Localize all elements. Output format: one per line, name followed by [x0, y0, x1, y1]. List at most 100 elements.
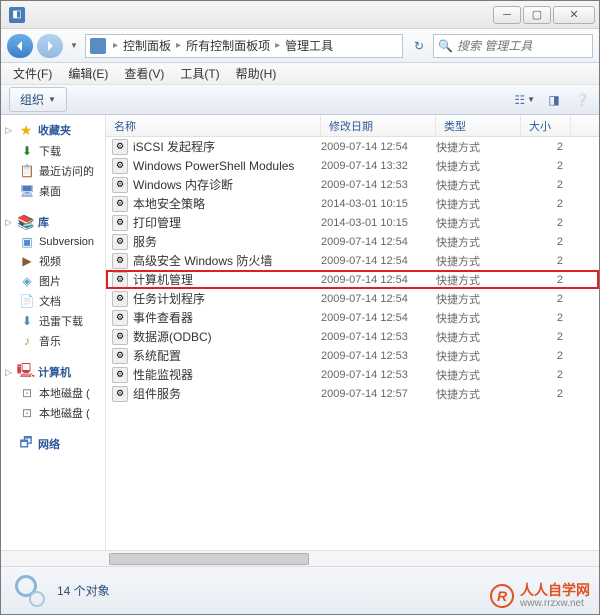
sidebar-item[interactable]: ▣ Subversion	[1, 233, 105, 251]
file-type: 快捷方式	[436, 291, 521, 307]
file-row[interactable]: ⚙ 事件查看器 2009-07-14 12:54 快捷方式 2	[106, 308, 599, 327]
bc-all-items[interactable]: 所有控制面板项	[184, 37, 272, 54]
close-button[interactable]: ✕	[553, 6, 595, 24]
file-date: 2014-03-01 10:15	[321, 198, 436, 210]
file-type: 快捷方式	[436, 329, 521, 345]
sidebar-item[interactable]: 🖥 桌面	[1, 181, 105, 201]
file-row[interactable]: ⚙ 服务 2009-07-14 12:54 快捷方式 2	[106, 232, 599, 251]
col-type[interactable]: 类型	[436, 115, 521, 136]
file-row[interactable]: ⚙ 组件服务 2009-07-14 12:57 快捷方式 2	[106, 384, 599, 403]
file-name: 任务计划程序	[133, 290, 205, 307]
maximize-button[interactable]: ▢	[523, 6, 551, 24]
bc-control-panel[interactable]: 控制面板	[121, 37, 173, 54]
menu-view[interactable]: 查看(V)	[116, 63, 172, 84]
file-date: 2009-07-14 12:54	[321, 236, 436, 248]
file-type: 快捷方式	[436, 215, 521, 231]
file-row[interactable]: ⚙ 本地安全策略 2014-03-01 10:15 快捷方式 2	[106, 194, 599, 213]
sidebar-group-1[interactable]: ▷ 📚 库	[1, 211, 105, 233]
item-icon: ⬇	[19, 314, 35, 328]
file-type: 快捷方式	[436, 272, 521, 288]
file-name: 打印管理	[133, 214, 181, 231]
file-row[interactable]: ⚙ 系统配置 2009-07-14 12:53 快捷方式 2	[106, 346, 599, 365]
item-icon: 📄	[19, 294, 35, 308]
sidebar-item[interactable]: ♪ 音乐	[1, 331, 105, 351]
shortcut-icon: ⚙	[112, 329, 128, 345]
sidebar-item[interactable]: ⊡ 本地磁盘 (	[1, 383, 105, 403]
col-size[interactable]: 大小	[521, 115, 571, 136]
shortcut-icon: ⚙	[112, 253, 128, 269]
toolbar: 组织 ▼ ☷ ▼ ◨ ❔	[1, 85, 599, 115]
history-dropdown[interactable]: ▼	[67, 34, 81, 58]
file-date: 2009-07-14 13:32	[321, 160, 436, 172]
sidebar-item[interactable]: ⬇ 下载	[1, 141, 105, 161]
file-type: 快捷方式	[436, 177, 521, 193]
file-row[interactable]: ⚙ 高级安全 Windows 防火墙 2009-07-14 12:54 快捷方式…	[106, 251, 599, 270]
shortcut-icon: ⚙	[112, 234, 128, 250]
file-date: 2009-07-14 12:53	[321, 369, 436, 381]
file-row[interactable]: ⚙ 计算机管理 2009-07-14 12:54 快捷方式 2	[106, 270, 599, 289]
sidebar-group-3[interactable]: 🗗 网络	[1, 433, 105, 455]
item-label: 本地磁盘 (	[39, 385, 90, 401]
content: ▷ ★ 收藏夹 ⬇ 下载 📋 最近访问的 🖥 桌面 ▷ 📚 库 ▣ Subver…	[1, 115, 599, 550]
col-name[interactable]: 名称	[106, 115, 321, 136]
menu-tools[interactable]: 工具(T)	[172, 63, 227, 84]
file-row[interactable]: ⚙ Windows 内存诊断 2009-07-14 12:53 快捷方式 2	[106, 175, 599, 194]
status-text: 14 个对象	[57, 582, 110, 599]
menu-file[interactable]: 文件(F)	[5, 63, 60, 84]
group-icon: ★	[18, 122, 34, 138]
file-name: 本地安全策略	[133, 195, 205, 212]
file-type: 快捷方式	[436, 234, 521, 250]
sidebar-item[interactable]: ⊡ 本地磁盘 (	[1, 403, 105, 423]
chevron-icon: ▸	[272, 40, 283, 51]
file-name: 系统配置	[133, 347, 181, 364]
horizontal-scrollbar[interactable]	[1, 550, 599, 566]
sidebar-item[interactable]: 📋 最近访问的	[1, 161, 105, 181]
item-icon: ▣	[19, 235, 35, 249]
file-row[interactable]: ⚙ Windows PowerShell Modules 2009-07-14 …	[106, 156, 599, 175]
organize-button[interactable]: 组织 ▼	[9, 87, 67, 112]
sidebar-item[interactable]: 📄 文档	[1, 291, 105, 311]
shortcut-icon: ⚙	[112, 367, 128, 383]
folder-icon	[90, 38, 106, 54]
group-label: 库	[38, 214, 49, 230]
bc-admin-tools[interactable]: 管理工具	[283, 37, 335, 54]
sidebar-group-0[interactable]: ▷ ★ 收藏夹	[1, 119, 105, 141]
file-type: 快捷方式	[436, 253, 521, 269]
menu-help[interactable]: 帮助(H)	[228, 63, 285, 84]
file-size: 2	[521, 179, 571, 191]
minimize-button[interactable]: ─	[493, 6, 521, 24]
file-row[interactable]: ⚙ iSCSI 发起程序 2009-07-14 12:54 快捷方式 2	[106, 137, 599, 156]
file-row[interactable]: ⚙ 任务计划程序 2009-07-14 12:54 快捷方式 2	[106, 289, 599, 308]
file-name: Windows PowerShell Modules	[133, 159, 294, 173]
file-row[interactable]: ⚙ 性能监视器 2009-07-14 12:53 快捷方式 2	[106, 365, 599, 384]
preview-pane-button[interactable]: ◨	[545, 91, 563, 109]
item-label: 迅雷下载	[39, 313, 83, 329]
file-name: Windows 内存诊断	[133, 176, 233, 193]
file-row[interactable]: ⚙ 打印管理 2014-03-01 10:15 快捷方式 2	[106, 213, 599, 232]
sidebar-group-2[interactable]: ▷ 🖳 计算机	[1, 361, 105, 383]
view-button[interactable]: ☷ ▼	[514, 93, 535, 107]
watermark-logo-icon: R	[490, 584, 514, 608]
search-bar[interactable]: 🔍	[433, 34, 593, 58]
refresh-button[interactable]: ↻	[409, 36, 429, 56]
breadcrumb[interactable]: ▸ 控制面板 ▸ 所有控制面板项 ▸ 管理工具	[85, 34, 403, 58]
file-name: 数据源(ODBC)	[133, 328, 212, 345]
help-button[interactable]: ❔	[573, 91, 591, 109]
sidebar-item[interactable]: ◈ 图片	[1, 271, 105, 291]
file-type: 快捷方式	[436, 196, 521, 212]
forward-button[interactable]	[37, 34, 63, 58]
shortcut-icon: ⚙	[112, 215, 128, 231]
menu-edit[interactable]: 编辑(E)	[60, 63, 116, 84]
item-label: 音乐	[39, 333, 61, 349]
col-date[interactable]: 修改日期	[321, 115, 436, 136]
file-row[interactable]: ⚙ 数据源(ODBC) 2009-07-14 12:53 快捷方式 2	[106, 327, 599, 346]
sidebar-item[interactable]: ▶ 视频	[1, 251, 105, 271]
toolbar-right: ☷ ▼ ◨ ❔	[514, 91, 591, 109]
sidebar-item[interactable]: ⬇ 迅雷下载	[1, 311, 105, 331]
scroll-thumb[interactable]	[109, 553, 309, 565]
back-button[interactable]	[7, 34, 33, 58]
file-name: iSCSI 发起程序	[133, 138, 215, 155]
search-input[interactable]	[457, 39, 600, 53]
sidebar: ▷ ★ 收藏夹 ⬇ 下载 📋 最近访问的 🖥 桌面 ▷ 📚 库 ▣ Subver…	[1, 115, 106, 550]
shortcut-icon: ⚙	[112, 348, 128, 364]
